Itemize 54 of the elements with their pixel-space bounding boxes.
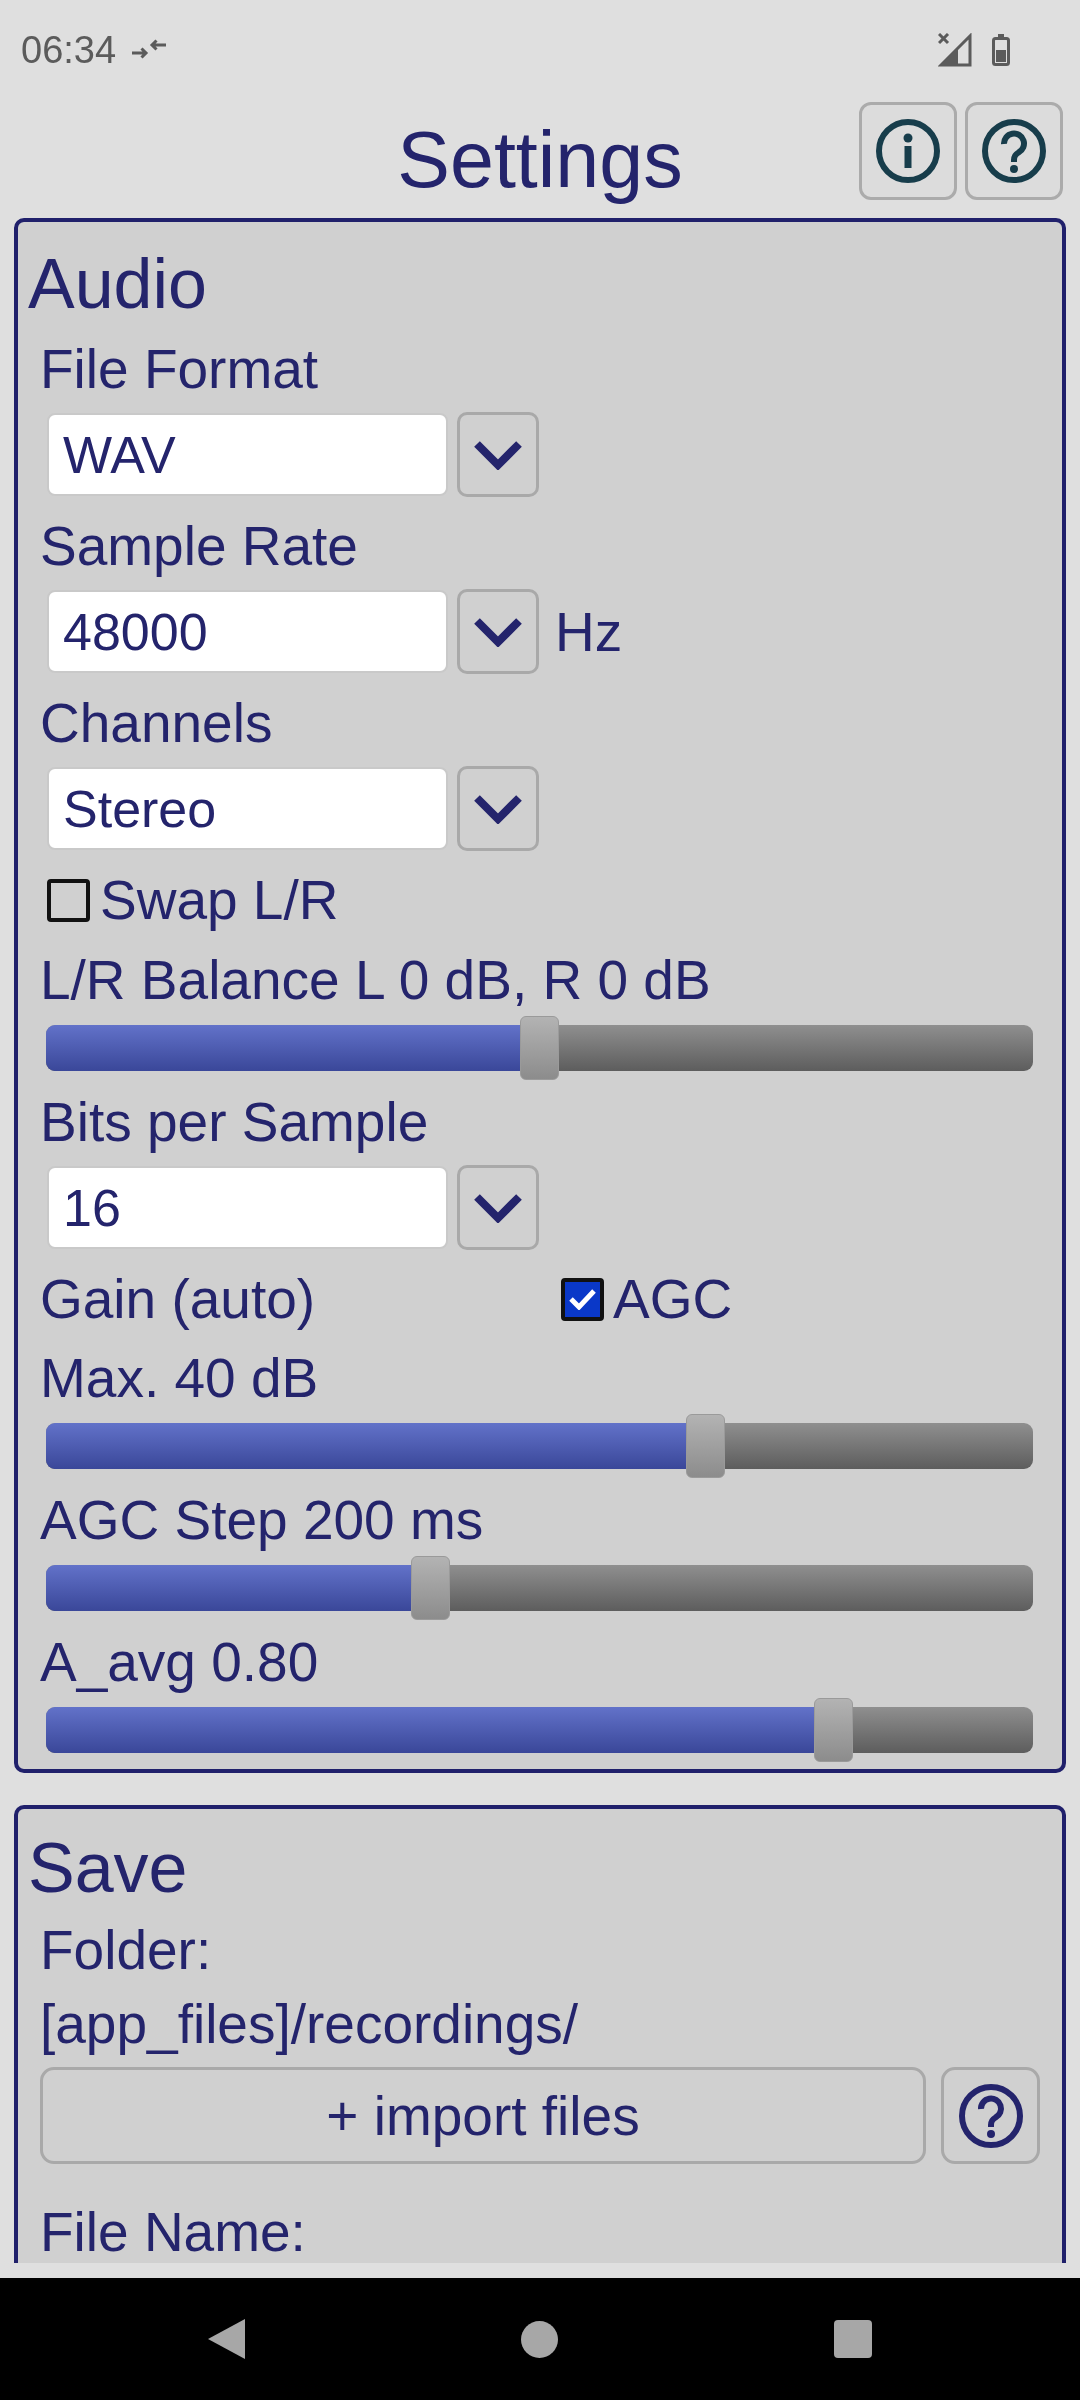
dropdown-button[interactable] <box>457 589 539 674</box>
import-button[interactable]: + import files <box>40 2067 926 2164</box>
info-button[interactable] <box>859 102 957 200</box>
slider-thumb[interactable] <box>410 1556 450 1620</box>
help-button[interactable] <box>941 2067 1040 2164</box>
battery-icon <box>992 34 1010 66</box>
chevron-down-icon <box>473 1192 523 1223</box>
slider-thumb[interactable] <box>813 1698 853 1762</box>
checkbox[interactable] <box>561 1277 604 1321</box>
back-icon[interactable] <box>208 2319 245 2359</box>
dropdown-field[interactable]: 48000 <box>47 590 448 673</box>
setting-label: A_avg 0.80 <box>40 1631 320 1693</box>
setting-label: Folder: <box>40 1919 213 1981</box>
checkbox[interactable] <box>47 878 90 922</box>
checkbox-label: AGC <box>613 1268 733 1330</box>
setting-label: L/R Balance L 0 dB, R 0 dB <box>40 949 712 1011</box>
chevron-down-icon <box>473 616 523 647</box>
chevron-down-icon <box>473 439 523 470</box>
dropdown-button[interactable] <box>457 766 539 851</box>
no-signal-icon <box>938 33 972 67</box>
unit-label: Hz <box>555 600 623 663</box>
section-heading: Save <box>28 1828 189 1908</box>
checkbox-label: Swap L/R <box>100 869 339 931</box>
dropdown-button[interactable] <box>457 412 539 497</box>
chevron-down-icon <box>473 793 523 824</box>
converging-arrows-icon <box>132 39 167 59</box>
slider[interactable] <box>46 1016 1033 1080</box>
home-icon[interactable] <box>521 2320 558 2358</box>
setting-label: Bits per Sample <box>40 1091 430 1153</box>
help-button[interactable] <box>965 102 1063 200</box>
slider[interactable] <box>46 1556 1033 1620</box>
setting-label: Max. 40 dB <box>40 1347 320 1409</box>
setting-label: File Name: <box>40 2201 307 2263</box>
help-icon <box>982 119 1046 183</box>
info-icon <box>876 119 940 183</box>
section-heading: Audio <box>28 244 209 324</box>
setting-label: Sample Rate <box>40 515 359 577</box>
dropdown-button[interactable] <box>457 1165 539 1250</box>
help-icon <box>958 2083 1023 2148</box>
slider[interactable] <box>46 1698 1033 1762</box>
slider[interactable] <box>46 1414 1033 1478</box>
check-icon <box>569 1288 596 1310</box>
setting-label: Channels <box>40 692 274 754</box>
dropdown-field[interactable]: WAV <box>47 413 448 496</box>
slider-thumb[interactable] <box>685 1414 725 1478</box>
status-time: 06:34 <box>21 28 117 72</box>
dropdown-field[interactable]: Stereo <box>47 767 448 850</box>
setting-label: File Format <box>40 338 320 400</box>
setting-label: AGC Step 200 ms <box>40 1489 485 1551</box>
setting-label: Gain (auto) <box>40 1268 317 1330</box>
setting-label: [app_files]/recordings/ <box>40 1993 580 2055</box>
screen-title: Settings <box>397 114 683 206</box>
dropdown-field[interactable]: 16 <box>47 1166 448 1249</box>
slider-thumb[interactable] <box>520 1016 559 1080</box>
